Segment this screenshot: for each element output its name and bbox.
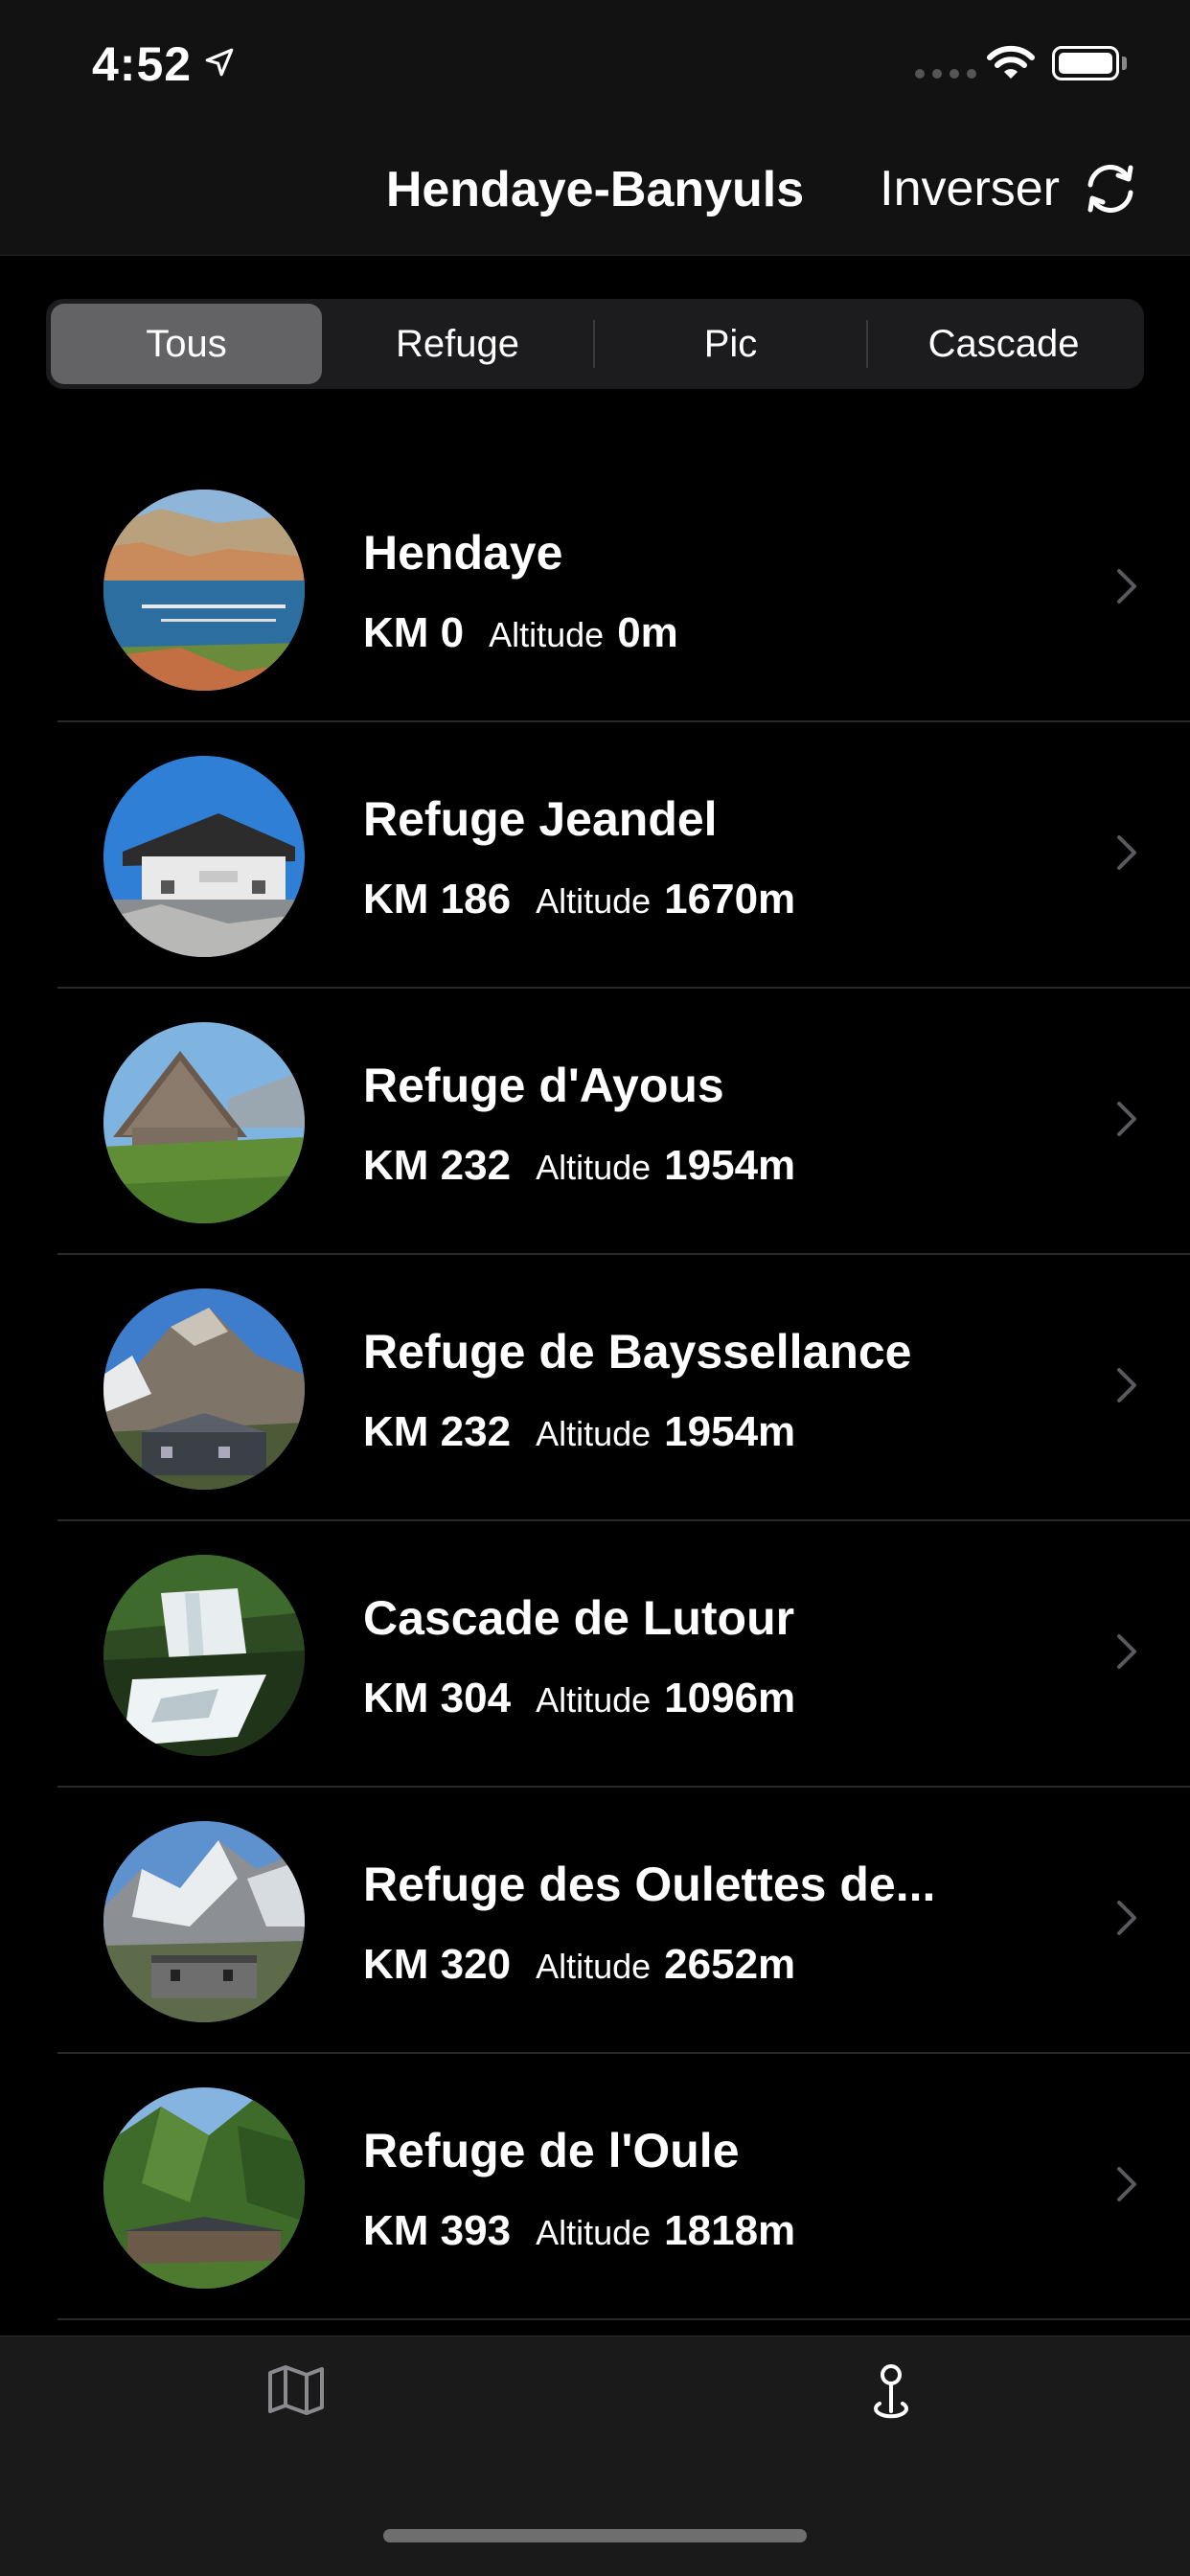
status-time: 4:52 <box>92 37 193 91</box>
item-altitude: 1954m <box>664 1408 796 1455</box>
coastal-town-thumbnail <box>103 490 305 691</box>
list-item[interactable]: Refuge d'Ayous KM 232 Altitude 1954m <box>57 989 1190 1255</box>
item-meta: KM 0 Altitude 0m <box>363 609 678 657</box>
list-item[interactable]: Refuge de l'Oule KM 393 Altitude 1818m <box>57 2054 1190 2320</box>
item-name: Refuge de Bayssellance <box>363 1325 912 1379</box>
battery-icon <box>1052 46 1119 80</box>
item-name: Hendaye <box>363 526 563 580</box>
item-km: KM 0 <box>363 609 465 656</box>
navigation-bar: Hendaye-Banyuls Inverser <box>0 134 1190 256</box>
status-bar: 4:52 <box>0 0 1190 134</box>
chevron-right-icon <box>1117 2167 1136 2201</box>
segment-refuge[interactable]: Refuge <box>322 304 593 384</box>
hut-green-mountains-thumbnail <box>103 2087 305 2289</box>
item-name: Refuge des Oulettes de... <box>363 1858 936 1911</box>
item-km: KM 232 <box>363 1142 512 1189</box>
location-arrow-icon <box>205 48 234 77</box>
wifi-icon <box>987 45 1035 79</box>
map-icon <box>268 2365 324 2415</box>
stone-hut-thumbnail <box>103 1022 305 1223</box>
hut-below-peak-thumbnail <box>103 1288 305 1490</box>
segment-pic[interactable]: Pic <box>595 304 866 384</box>
item-altitude: 0m <box>617 609 678 656</box>
reverse-button[interactable]: Inverser <box>880 159 1140 218</box>
chevron-right-icon <box>1117 1901 1136 1935</box>
chevron-right-icon <box>1117 1102 1136 1136</box>
item-km: KM 393 <box>363 2207 512 2254</box>
list-item[interactable]: Hendaye KM 0 Altitude 0m <box>57 456 1190 722</box>
segment-tous[interactable]: Tous <box>51 304 322 384</box>
item-name: Refuge de l'Oule <box>363 2124 740 2177</box>
list-item[interactable]: Refuge des Oulettes de... KM 320 Altitud… <box>57 1788 1190 2054</box>
home-indicator <box>383 2529 807 2542</box>
item-km: KM 232 <box>363 1408 512 1455</box>
item-altitude: 1954m <box>664 1142 796 1189</box>
chevron-right-icon <box>1117 1634 1136 1669</box>
hut-snowy-peaks-thumbnail <box>103 1821 305 2022</box>
item-km: KM 304 <box>363 1675 512 1721</box>
reverse-button-label: Inverser <box>880 161 1060 217</box>
battery-tip <box>1122 57 1127 70</box>
tab-map[interactable] <box>266 2363 326 2422</box>
item-meta: KM 320 Altitude 2652m <box>363 1941 795 1989</box>
item-meta: KM 232 Altitude 1954m <box>363 1408 795 1456</box>
item-altitude: 1096m <box>664 1675 796 1721</box>
item-altitude: 2652m <box>664 1941 796 1988</box>
item-altitude: 1670m <box>664 876 796 923</box>
tab-locations[interactable] <box>864 2363 918 2428</box>
cellular-signal-icon <box>915 69 976 79</box>
item-meta: KM 232 Altitude 1954m <box>363 1142 795 1190</box>
list-item[interactable]: Cascade de Lutour KM 304 Altitude 1096m <box>57 1521 1190 1788</box>
segment-cascade[interactable]: Cascade <box>868 304 1139 384</box>
pin-location-icon <box>874 2364 908 2419</box>
list-item[interactable]: Refuge Jeandel KM 186 Altitude 1670m <box>57 722 1190 989</box>
item-meta: KM 393 Altitude 1818m <box>363 2207 795 2255</box>
list-item[interactable]: Refuge de Bayssellance KM 232 Altitude 1… <box>57 1255 1190 1521</box>
altitude-label: Altitude <box>489 615 605 654</box>
mountain-hut-thumbnail <box>103 756 305 957</box>
altitude-label: Altitude <box>536 1680 652 1720</box>
altitude-label: Altitude <box>536 1148 652 1187</box>
item-meta: KM 304 Altitude 1096m <box>363 1675 795 1722</box>
chevron-right-icon <box>1117 569 1136 604</box>
item-name: Refuge d'Ayous <box>363 1059 724 1112</box>
item-name: Refuge Jeandel <box>363 792 718 846</box>
category-segmented-control: Tous Refuge Pic Cascade <box>46 299 1144 389</box>
item-name: Cascade de Lutour <box>363 1591 795 1645</box>
stages-list: Hendaye KM 0 Altitude 0m Refuge Jeandel <box>0 456 1190 2320</box>
altitude-label: Altitude <box>536 1414 652 1453</box>
item-km: KM 320 <box>363 1941 512 1988</box>
chevron-right-icon <box>1117 835 1136 870</box>
chevron-right-icon <box>1117 1368 1136 1402</box>
refresh-icon <box>1087 165 1133 213</box>
altitude-label: Altitude <box>536 1947 652 1986</box>
item-meta: KM 186 Altitude 1670m <box>363 876 795 923</box>
item-altitude: 1818m <box>664 2207 796 2254</box>
altitude-label: Altitude <box>536 2213 652 2252</box>
altitude-label: Altitude <box>536 881 652 921</box>
waterfall-thumbnail <box>103 1555 305 1756</box>
item-km: KM 186 <box>363 876 512 923</box>
